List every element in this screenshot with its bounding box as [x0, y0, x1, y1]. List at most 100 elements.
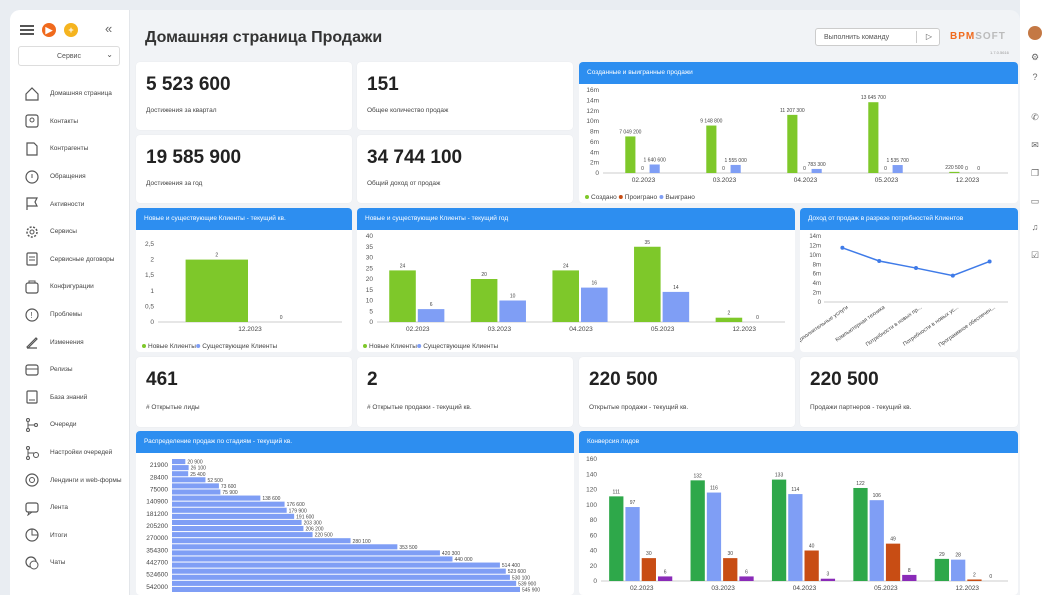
- sidebar-item-6[interactable]: Сервисные договоры: [10, 246, 130, 274]
- chat-icon: [25, 556, 39, 570]
- bar: [172, 562, 500, 568]
- y-tick-label: 10m: [586, 118, 599, 125]
- sidebar-item-3[interactable]: Обращения: [10, 163, 130, 191]
- avatar[interactable]: [1028, 26, 1042, 40]
- help-icon[interactable]: ?: [1029, 72, 1041, 84]
- phone-icon[interactable]: ✆: [1029, 112, 1041, 124]
- kpi-card[interactable]: 2 # Открытые продажи - текущий кв.: [357, 357, 573, 427]
- bar: [853, 487, 868, 581]
- kpi-card[interactable]: 34 744 100 Общий доход от продаж: [357, 135, 573, 203]
- sidebar-item-15[interactable]: Лента: [10, 494, 130, 522]
- data-label: 2: [215, 253, 218, 259]
- sidebar-item-label: Активности: [50, 200, 85, 208]
- data-label: 353 500: [399, 545, 417, 551]
- chart-clients-quarter[interactable]: Новые и существующие Клиенты - текущий к…: [136, 208, 352, 352]
- kpi-card[interactable]: 220 500 Продажи партнеров - текущий кв.: [800, 357, 1018, 427]
- sidebar-item-label: Контакты: [50, 117, 79, 125]
- sidebar-item-12[interactable]: Очереди: [10, 411, 130, 439]
- run-icon[interactable]: ▷: [926, 32, 932, 41]
- kpi-value: 19 585 900: [146, 147, 242, 168]
- chart-created-won-sales[interactable]: Созданные и выигранные продажи 0 2m 4m 6m 8m 1…: [579, 62, 1018, 203]
- x-tick-label: 04.2023: [569, 326, 593, 333]
- sidebar-item-9[interactable]: Изменения: [10, 328, 130, 356]
- sidebar-item-2[interactable]: Контрагенты: [10, 135, 130, 163]
- sidebar-item-8[interactable]: ! Проблемы: [10, 301, 130, 329]
- chart-title: Распределение продаж по стадиям - текущи…: [136, 431, 574, 453]
- chart-income-by-needs[interactable]: Доход от продаж в разрезе потребностей К…: [800, 208, 1018, 352]
- bar: [641, 558, 656, 581]
- sidebar-item-17[interactable]: Чаты: [10, 549, 130, 577]
- sidebar-item-16[interactable]: Итоги: [10, 522, 130, 550]
- sidebar-item-1[interactable]: Контакты: [10, 108, 130, 136]
- data-label: 523 600: [508, 569, 526, 575]
- collapse-icon[interactable]: «: [105, 21, 112, 36]
- pen-icon: [26, 337, 38, 349]
- settings-icon[interactable]: ⚙: [1029, 52, 1041, 64]
- chart-lead-conversion[interactable]: Конверсия лидов 0 20 40 60 80 100 120 140 160 02.2…: [579, 431, 1018, 595]
- command-input[interactable]: Выполнить команду ▷: [815, 28, 940, 46]
- workplace-select[interactable]: Сервис ⌄: [18, 46, 120, 66]
- y-tick-label: 4m: [590, 149, 599, 156]
- bar: [811, 168, 822, 173]
- series-line: [842, 247, 990, 277]
- bar: [172, 495, 261, 501]
- y-tick-label: 6m: [590, 139, 599, 146]
- bar: [625, 136, 636, 173]
- x-tick-label: 03.2023: [711, 585, 735, 592]
- sidebar-header: ▶ +: [20, 20, 78, 40]
- chart-sales-by-stage[interactable]: Распределение продаж по стадиям - текущи…: [136, 431, 574, 595]
- y-tick-label: 20: [590, 563, 598, 570]
- y-tick-label: 2,5: [145, 241, 154, 248]
- x-tick-label: 05.2023: [651, 326, 675, 333]
- sidebar-item-13[interactable]: Настройки очередей: [10, 439, 130, 467]
- sidebar-item-label: Чаты: [50, 559, 66, 567]
- contact-icon: [25, 114, 39, 128]
- copy-icon[interactable]: ❐: [1029, 168, 1041, 180]
- x-tick-label: 04.2023: [793, 585, 817, 592]
- y-tick-label: 14m: [586, 97, 599, 104]
- kpi-card[interactable]: 461 # Открытые лиды: [136, 357, 352, 427]
- sidebar-item-4[interactable]: Активности: [10, 190, 130, 218]
- data-label: 176 600: [287, 502, 305, 508]
- data-label: 7 049 200: [619, 129, 641, 135]
- data-label: 10: [510, 294, 516, 300]
- y-tick-label: 0: [593, 578, 597, 585]
- sidebar-item-11[interactable]: База знаний: [10, 384, 130, 412]
- release-icon: [25, 364, 39, 376]
- x-tick-label: 12.2023: [732, 326, 756, 333]
- message-icon[interactable]: ▭: [1029, 196, 1041, 208]
- bar: [172, 580, 517, 586]
- sidebar-item-7[interactable]: Конфигурации: [10, 273, 130, 301]
- sidebar-item-5[interactable]: Сервисы: [10, 218, 130, 246]
- kpi-card[interactable]: 19 585 900 Достижения за год: [136, 135, 352, 203]
- add-icon[interactable]: +: [64, 23, 78, 37]
- kpi-value: 461: [146, 369, 178, 390]
- data-label: 440 000: [454, 557, 472, 563]
- y-tick-label: 15: [366, 287, 374, 294]
- sidebar-item-10[interactable]: Релизы: [10, 356, 130, 384]
- kpi-card[interactable]: 220 500 Открытые продажи - текущий кв.: [579, 357, 795, 427]
- data-label: 220 500: [315, 533, 333, 539]
- problem-icon: !: [25, 307, 39, 322]
- kpi-card[interactable]: 151 Общее количество продаж: [357, 62, 573, 130]
- sidebar-item-0[interactable]: Домашняя страница: [10, 80, 130, 108]
- kpi-card[interactable]: 5 523 600 Достижения за квартал: [136, 62, 352, 130]
- tasks-icon[interactable]: ☑: [1029, 250, 1041, 262]
- email-icon[interactable]: ✉: [1029, 140, 1041, 152]
- bell-icon[interactable]: ♫: [1029, 222, 1041, 234]
- sidebar-item-label: Контрагенты: [50, 145, 89, 153]
- legend-marker: [363, 344, 367, 348]
- play-icon[interactable]: ▶: [42, 23, 56, 37]
- bar: [787, 114, 798, 173]
- data-point: [950, 273, 955, 278]
- bar: [804, 550, 819, 581]
- chart-clients-year[interactable]: Новые и существующие Клиенты - текущий г…: [357, 208, 795, 352]
- data-label: 0: [803, 166, 806, 172]
- y-tick-label: 21900: [150, 462, 168, 469]
- sidebar-item-14[interactable]: Лендинги и web-формы: [10, 466, 130, 494]
- kpi-value: 151: [367, 74, 399, 95]
- data-label: 0: [280, 315, 283, 321]
- y-tick-label: 120: [586, 487, 597, 494]
- menu-icon[interactable]: [20, 25, 34, 35]
- queue-settings-icon: [26, 445, 39, 460]
